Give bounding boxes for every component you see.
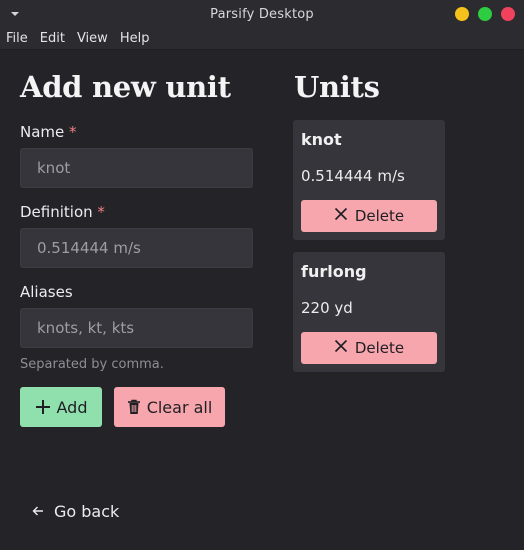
units-title: Units (294, 70, 380, 104)
clear-all-button[interactable]: Clear all (114, 387, 225, 427)
window-title: Parsify Desktop (210, 6, 314, 22)
unit-definition: 220 yd (301, 299, 353, 317)
close-button[interactable] (501, 7, 515, 21)
trash-icon (127, 399, 141, 415)
aliases-label: Aliases (20, 283, 73, 301)
minimize-button[interactable] (455, 7, 469, 21)
name-input[interactable] (20, 148, 253, 188)
menu-edit[interactable]: Edit (34, 31, 71, 46)
clear-all-button-label: Clear all (146, 397, 213, 417)
unit-name: knot (301, 130, 342, 149)
close-icon (334, 339, 348, 357)
close-icon (334, 207, 348, 225)
go-back-link[interactable]: Go back (32, 502, 119, 521)
unit-card: furlong 220 yd Delete (293, 252, 445, 372)
aliases-label-text: Aliases (20, 283, 73, 301)
definition-input[interactable] (20, 228, 253, 268)
window-controls (455, 7, 515, 21)
definition-label: Definition * (20, 203, 105, 221)
unit-name: furlong (301, 262, 367, 281)
delete-unit-button[interactable]: Delete (301, 200, 437, 232)
go-back-label: Go back (54, 502, 120, 521)
delete-button-label: Delete (354, 339, 405, 357)
add-button[interactable]: Add (20, 387, 102, 427)
plus-icon (35, 399, 51, 415)
delete-button-label: Delete (354, 207, 405, 225)
name-label-text: Name (20, 123, 65, 141)
required-marker: * (69, 123, 77, 141)
window-menu-icon[interactable] (11, 12, 19, 16)
name-label: Name * (20, 123, 77, 141)
menu-file[interactable]: File (0, 31, 34, 46)
required-marker: * (97, 203, 105, 221)
add-button-label: Add (56, 397, 88, 417)
title-bar: Parsify Desktop (0, 0, 524, 28)
arrow-left-icon (32, 502, 44, 521)
delete-unit-button[interactable]: Delete (301, 332, 437, 364)
definition-label-text: Definition (20, 203, 93, 221)
menu-bar: File Edit View Help (0, 28, 524, 50)
main-content: Add new unit Name * Definition * Aliases… (0, 50, 524, 550)
maximize-button[interactable] (478, 7, 492, 21)
menu-help[interactable]: Help (114, 31, 156, 46)
unit-definition: 0.514444 m/s (301, 167, 405, 185)
aliases-hint: Separated by comma. (20, 357, 164, 372)
unit-card: knot 0.514444 m/s Delete (293, 120, 445, 240)
form-title: Add new unit (20, 70, 231, 104)
menu-view[interactable]: View (71, 31, 114, 46)
aliases-input[interactable] (20, 308, 253, 348)
